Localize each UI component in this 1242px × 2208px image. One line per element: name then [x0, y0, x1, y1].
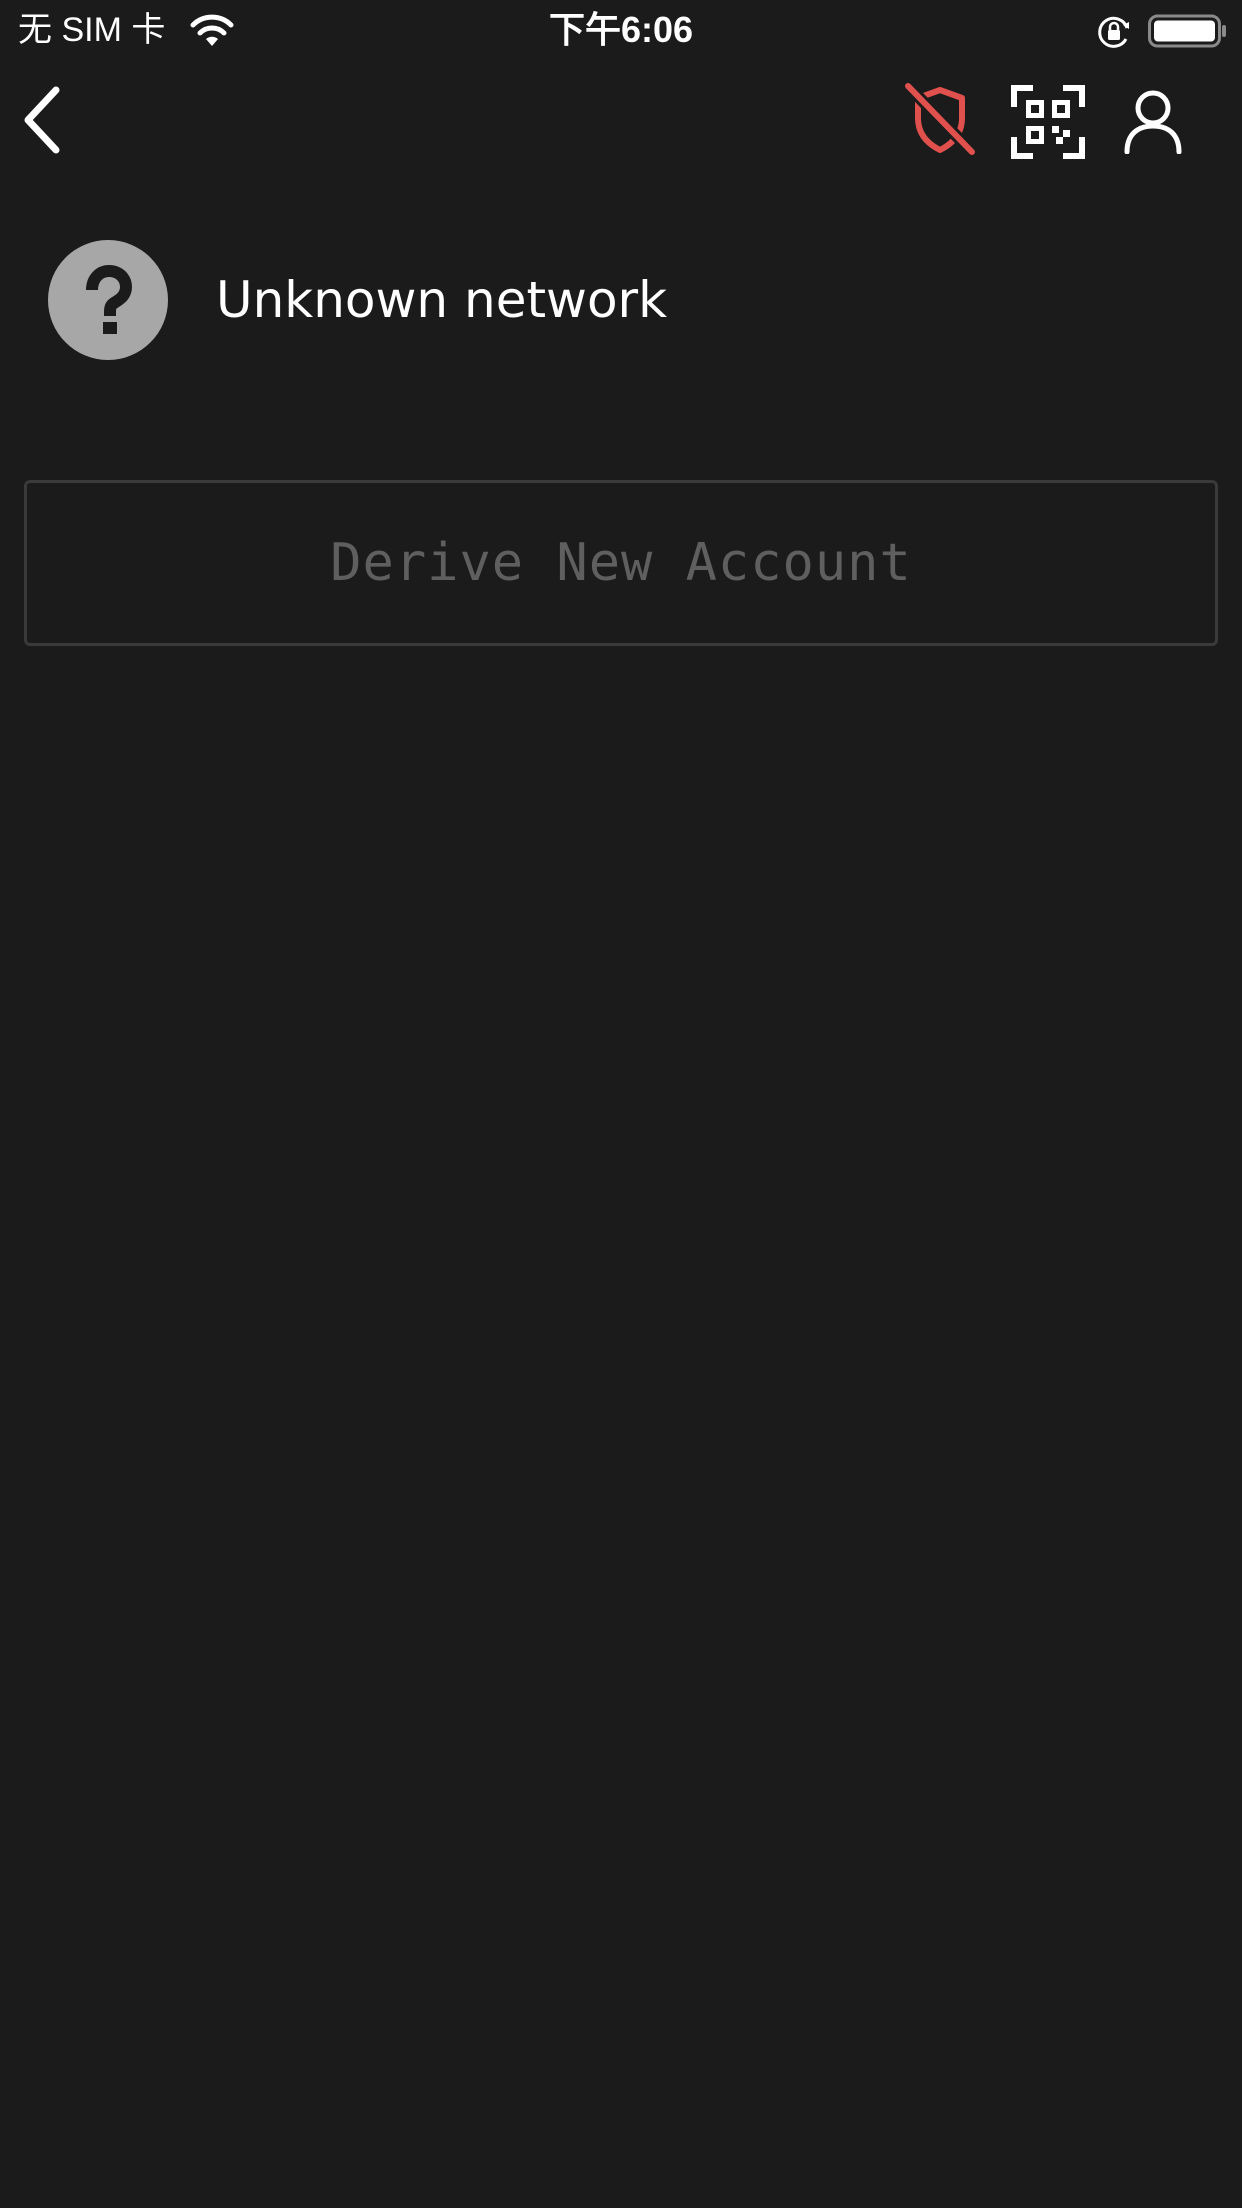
chevron-left-icon: [24, 86, 60, 154]
status-bar: 无 SIM 卡 下午6:06: [0, 0, 1242, 60]
user-icon: [1124, 90, 1182, 155]
derive-button-label: Derive New Account: [330, 533, 912, 593]
rotation-lock-icon: [1098, 16, 1129, 48]
network-selector[interactable]: Unknown network: [48, 240, 1198, 360]
back-button[interactable]: [14, 82, 74, 158]
qr-scan-button[interactable]: [1010, 84, 1086, 160]
qr-scan-icon: [1011, 85, 1085, 159]
security-status-button[interactable]: [900, 80, 980, 160]
status-time: 下午6:06: [548, 9, 694, 50]
account-button[interactable]: [1122, 88, 1184, 155]
derive-new-account-button[interactable]: Derive New Account: [24, 480, 1218, 646]
shield-off-icon: [903, 81, 977, 157]
network-name: Unknown network: [216, 271, 668, 329]
battery-icon: [1148, 14, 1226, 48]
network-avatar: [48, 240, 168, 360]
question-mark-icon: [86, 264, 133, 334]
